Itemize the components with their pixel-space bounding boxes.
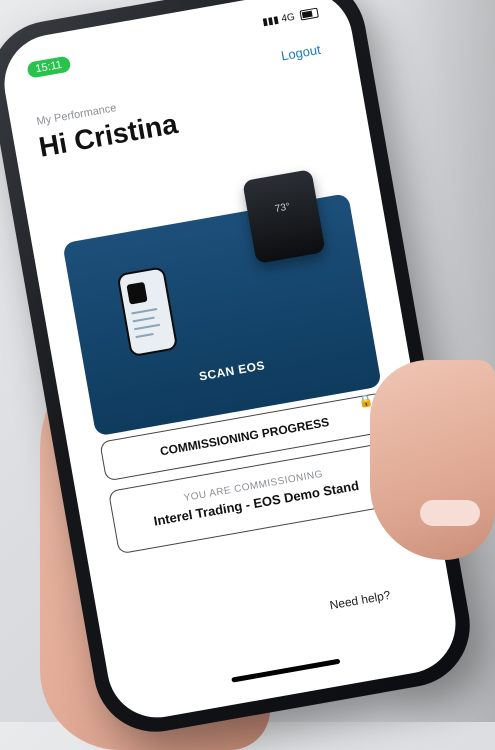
battery-icon [299,7,319,21]
status-time: 15:11 [26,55,72,79]
thumb [370,360,495,560]
signal-icon: ▮▮▮ [261,14,280,29]
commissioning-progress-label: COMMISSIONING PROGRESS [158,414,331,459]
home-indicator [231,658,341,683]
status-network: ▮▮▮ 4G [261,7,319,29]
thumbnail-nail [420,500,480,526]
thermostat-temperature: 73° [274,201,291,215]
phone-screen: 15:11 ▮▮▮ 4G Logout My Performance Hi Cr… [0,0,464,726]
phone-illustration [116,266,179,358]
network-label: 4G [280,11,296,25]
thermostat-image: 73° [242,169,326,264]
logout-link[interactable]: Logout [280,42,322,64]
need-help-link[interactable]: Need help? [329,588,392,612]
